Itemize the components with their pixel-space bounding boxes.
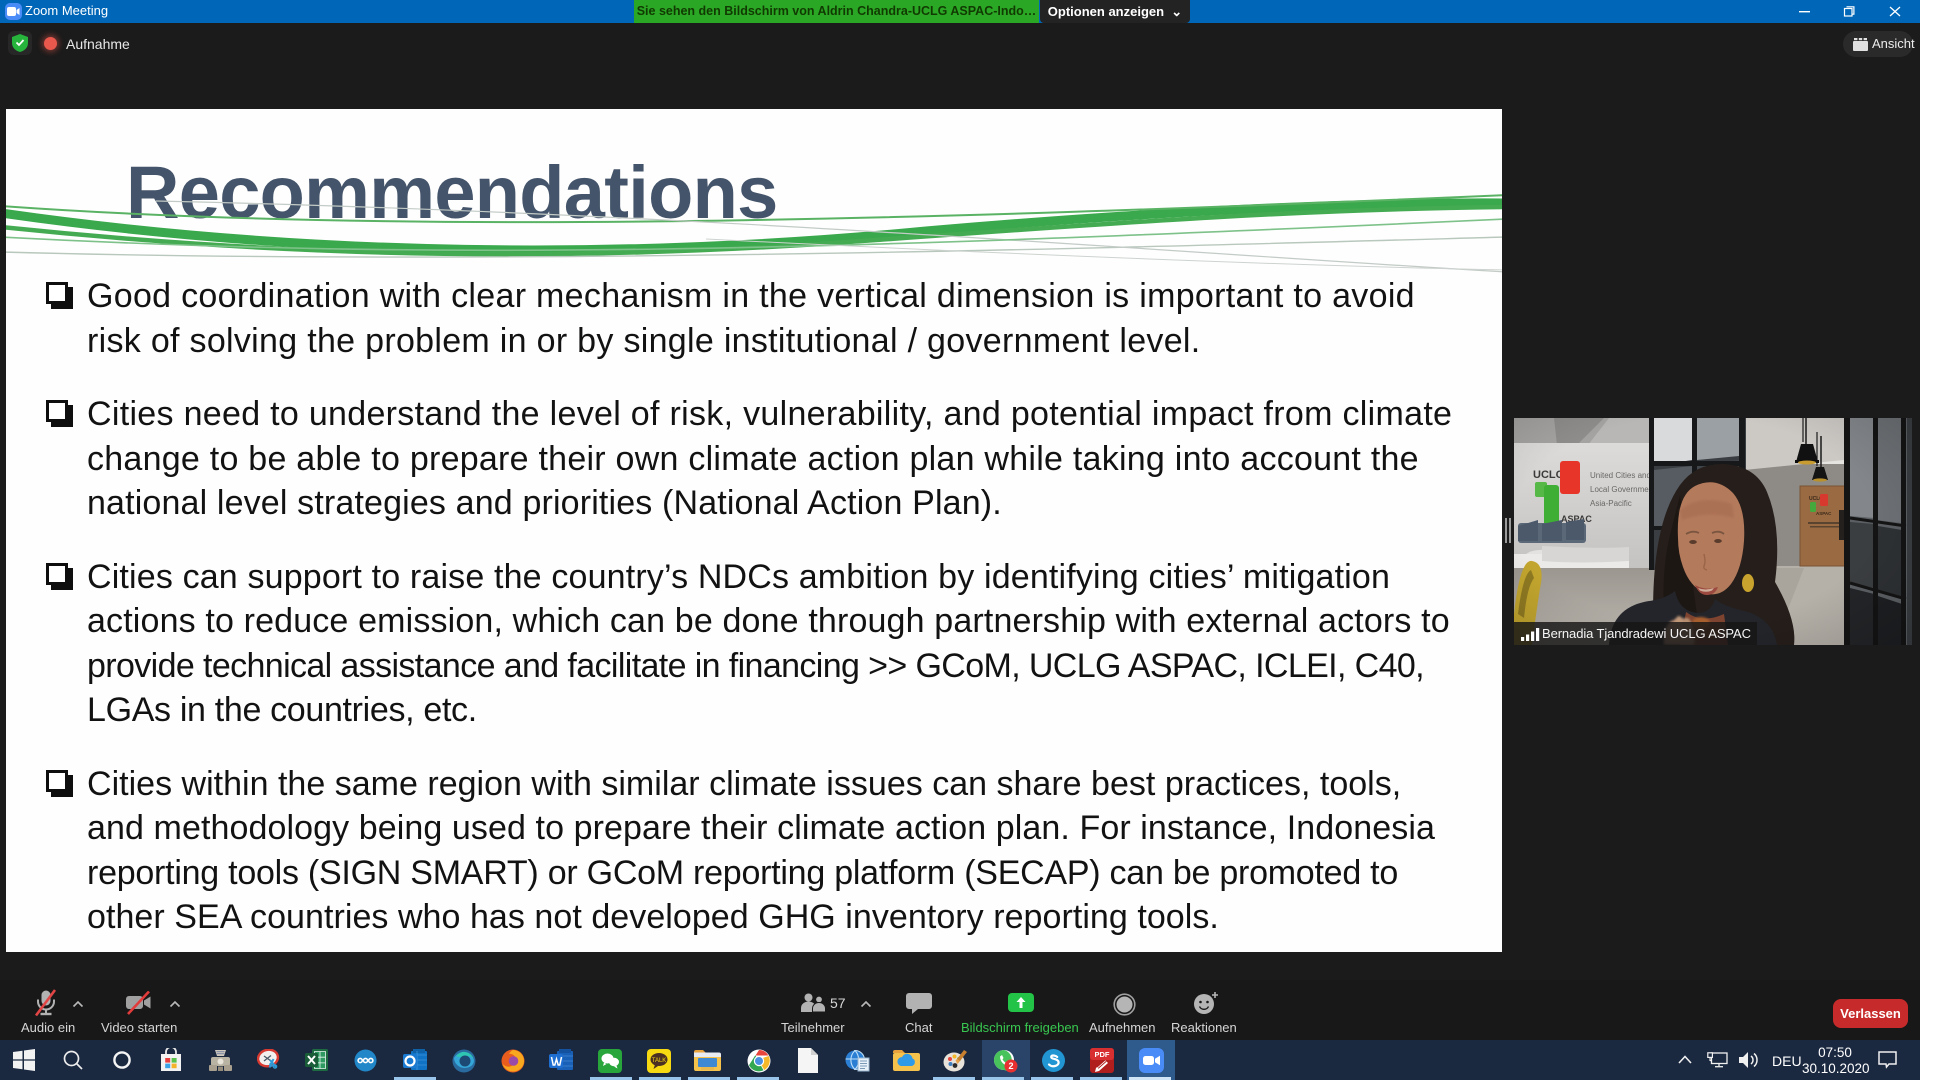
svg-text:2: 2 (1008, 1061, 1013, 1071)
svg-text:TALK: TALK (652, 1058, 667, 1064)
svg-text:PDF: PDF (1095, 1050, 1110, 1059)
